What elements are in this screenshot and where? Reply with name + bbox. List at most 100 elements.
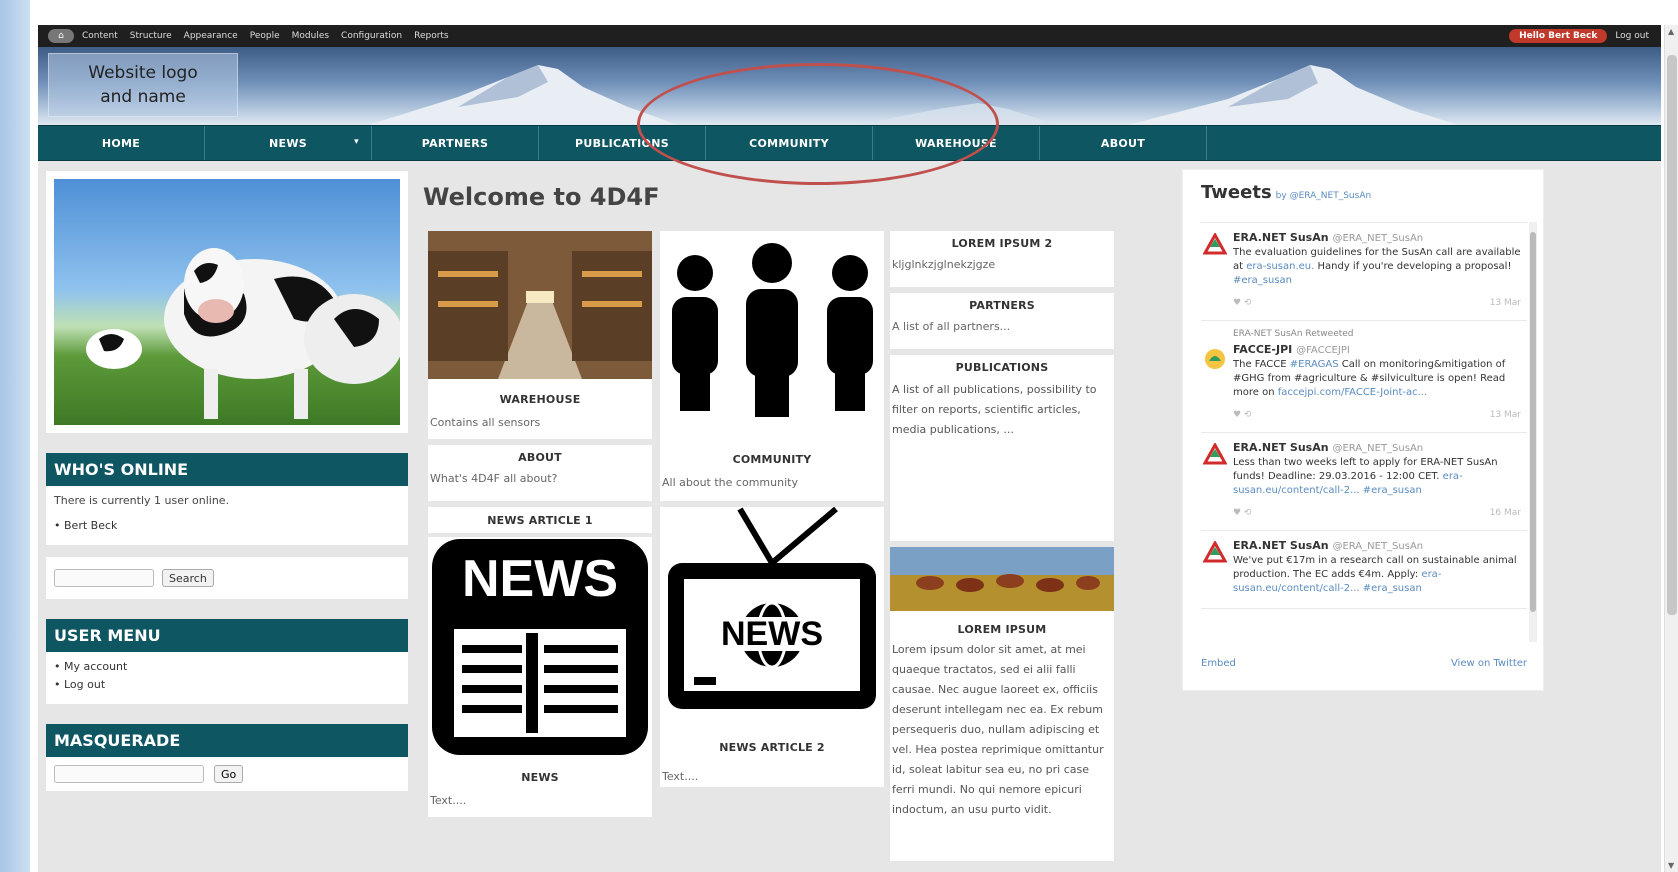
- nav-partners[interactable]: PARTNERS: [372, 126, 539, 160]
- nav-community[interactable]: COMMUNITY: [706, 126, 873, 160]
- admin-menu-appearance[interactable]: Appearance: [184, 31, 238, 41]
- cow-leg-shape: [204, 369, 218, 419]
- tweet-time[interactable]: 16 Mar: [1490, 508, 1521, 518]
- lorem2-card-text: kljglnkzjglnekzjgze: [892, 258, 996, 271]
- my-account-link[interactable]: My account: [64, 660, 127, 673]
- embed-link[interactable]: Embed: [1201, 658, 1236, 669]
- nav-about[interactable]: ABOUT: [1040, 126, 1207, 160]
- about-card[interactable]: ABOUT What's 4D4F all about?: [428, 445, 652, 501]
- news-article-2-card[interactable]: NEWS NEWS ARTICLE 2 Text....: [660, 506, 884, 787]
- online-user-item[interactable]: • Bert Beck: [54, 519, 400, 532]
- cows-illustration: [86, 248, 400, 419]
- reply-icon[interactable]: ♥ ⟲: [1233, 410, 1251, 420]
- admin-menu-people[interactable]: People: [250, 31, 280, 41]
- site-logo-placeholder[interactable]: Website logo and name: [48, 53, 238, 117]
- newspaper-line: [462, 645, 522, 653]
- user-menu-title: USER MENU: [46, 619, 408, 652]
- masquerade-go-button[interactable]: Go: [214, 765, 244, 783]
- logout-link[interactable]: Log out: [64, 678, 105, 691]
- tweet-hashtag[interactable]: #era_susan: [1363, 485, 1422, 496]
- page-scrollbar[interactable]: ▲ ▼: [1664, 25, 1678, 872]
- tweet-item[interactable]: ERA.NET SusAn @ERA_NET_SusAn We've put €…: [1201, 531, 1527, 609]
- scroll-down-arrow-icon[interactable]: ▼: [1668, 861, 1674, 870]
- masquerade-input[interactable]: [54, 765, 204, 783]
- nav-publications[interactable]: PUBLICATIONS: [539, 126, 706, 160]
- tweet-hashtag[interactable]: faccejpi.com/FACCE-Joint-ac...: [1278, 387, 1427, 398]
- publications-card[interactable]: PUBLICATIONS A list of all publications,…: [890, 355, 1114, 541]
- news-card[interactable]: NEWS NEWS Text....: [428, 537, 652, 817]
- tweet-author[interactable]: ERA.NET SusAn @ERA_NET_SusAn: [1233, 539, 1527, 552]
- tweets-scrollbar-thumb[interactable]: [1530, 232, 1536, 612]
- warehouse-card[interactable]: WAREHOUSE Contains all sensors: [428, 231, 652, 439]
- reply-icon[interactable]: ♥ ⟲: [1233, 508, 1251, 518]
- warehouse-card-text: Contains all sensors: [430, 416, 541, 429]
- tweet-handle[interactable]: @ERA_NET_SusAn: [1332, 233, 1423, 244]
- whos-online-text: There is currently 1 user online.: [54, 494, 230, 507]
- tweet-author[interactable]: ERA.NET SusAn @ERA_NET_SusAn: [1233, 231, 1527, 244]
- logo-text-line2: and name: [100, 87, 186, 107]
- tweet-handle[interactable]: @ERA_NET_SusAn: [1332, 443, 1423, 454]
- tweet-author[interactable]: ERA.NET SusAn @ERA_NET_SusAn: [1233, 441, 1527, 454]
- nav-warehouse[interactable]: WAREHOUSE: [873, 126, 1040, 160]
- retweet-note: ERA-NET SusAn Retweeted: [1233, 329, 1354, 339]
- admin-menu-reports[interactable]: Reports: [414, 31, 449, 41]
- home-icon[interactable]: ⌂: [48, 29, 74, 43]
- community-card-title: COMMUNITY: [732, 453, 812, 466]
- search-button[interactable]: Search: [162, 569, 214, 587]
- nav-news[interactable]: NEWS ▾: [205, 126, 372, 160]
- search-input[interactable]: [54, 569, 154, 587]
- partners-card[interactable]: PARTNERS A list of all partners...: [890, 293, 1114, 349]
- admin-menu-structure[interactable]: Structure: [130, 31, 172, 41]
- tweet-item[interactable]: ERA.NET SusAn @ERA_NET_SusAn The evaluat…: [1201, 223, 1527, 321]
- user-menu-body: • My account • Log out: [46, 652, 408, 704]
- tweet-author-name[interactable]: ERA.NET SusAn: [1233, 539, 1329, 552]
- lorem-ipsum-2-card[interactable]: LOREM IPSUM 2 kljglnkzjglnekzjgze: [890, 231, 1114, 287]
- tweet-text-part: The FACCE: [1233, 359, 1287, 370]
- tweet-time[interactable]: 13 Mar: [1490, 298, 1521, 308]
- page-scrollbar-thumb[interactable]: [1667, 55, 1677, 615]
- tweets-scrollbar[interactable]: [1529, 222, 1537, 642]
- shelf-boxes: [582, 301, 642, 307]
- tweet-link[interactable]: #ERAGAS: [1290, 359, 1339, 370]
- admin-logout-link[interactable]: Log out: [1615, 31, 1649, 41]
- tweet-item[interactable]: ERA-NET SusAn Retweeted FACCE-JPI @FACCE…: [1201, 321, 1527, 433]
- partners-card-title: PARTNERS: [969, 299, 1035, 312]
- hello-user-badge[interactable]: Hello Bert Beck: [1509, 29, 1608, 43]
- online-users-list: • Bert Beck: [54, 519, 400, 532]
- horse-shape: [916, 576, 944, 590]
- tweet-time[interactable]: 13 Mar: [1490, 410, 1521, 420]
- tweets-footer: Embed View on Twitter: [1201, 658, 1527, 669]
- tweet-link[interactable]: era-susan.eu.: [1246, 261, 1314, 272]
- person-legs: [835, 351, 865, 411]
- tweets-by-link[interactable]: by @ERA_NET_SusAn: [1276, 191, 1372, 201]
- tweet-handle[interactable]: @ERA_NET_SusAn: [1332, 541, 1423, 552]
- tv-antenna: [770, 506, 838, 566]
- admin-menu-modules[interactable]: Modules: [292, 31, 329, 41]
- admin-menu-configuration[interactable]: Configuration: [341, 31, 402, 41]
- admin-menu-content[interactable]: Content: [82, 31, 118, 41]
- tweet-hashtag[interactable]: #era_susan: [1233, 275, 1292, 286]
- online-user-name[interactable]: Bert Beck: [64, 519, 117, 532]
- tweet-handle[interactable]: @FACCEJPI: [1296, 345, 1350, 356]
- user-menu-item-log-out[interactable]: • Log out: [54, 678, 400, 691]
- tweet-author-name[interactable]: FACCE-JPI: [1233, 343, 1292, 356]
- partners-card-text: A list of all partners...: [892, 320, 1011, 333]
- tweet-author-name[interactable]: ERA.NET SusAn: [1233, 441, 1329, 454]
- left-decor-strip: [0, 0, 30, 872]
- nav-home[interactable]: HOME: [38, 126, 205, 160]
- whos-online-title: WHO'S ONLINE: [46, 453, 408, 486]
- scroll-up-arrow-icon[interactable]: ▲: [1668, 27, 1674, 36]
- tweet-author[interactable]: FACCE-JPI @FACCEJPI: [1233, 343, 1527, 356]
- news-article-1-card[interactable]: NEWS ARTICLE 1: [428, 507, 652, 533]
- user-menu-item-my-account[interactable]: • My account: [54, 660, 400, 673]
- logo-text-line1: Website logo: [88, 63, 198, 83]
- tweet-item[interactable]: ERA.NET SusAn @ERA_NET_SusAn Less than t…: [1201, 433, 1527, 531]
- tweet-hashtag[interactable]: #era_susan: [1363, 583, 1422, 594]
- reply-icon[interactable]: ♥ ⟲: [1233, 298, 1251, 308]
- person-head: [752, 243, 792, 283]
- lorem-ipsum-card[interactable]: LOREM IPSUM Lorem ipsum dolor sit amet, …: [890, 547, 1114, 861]
- community-card[interactable]: COMMUNITY All about the community: [660, 231, 884, 501]
- view-on-twitter-link[interactable]: View on Twitter: [1451, 658, 1527, 669]
- tweet-author-name[interactable]: ERA.NET SusAn: [1233, 231, 1329, 244]
- tweet-meta: ♥ ⟲ 16 Mar: [1233, 508, 1527, 518]
